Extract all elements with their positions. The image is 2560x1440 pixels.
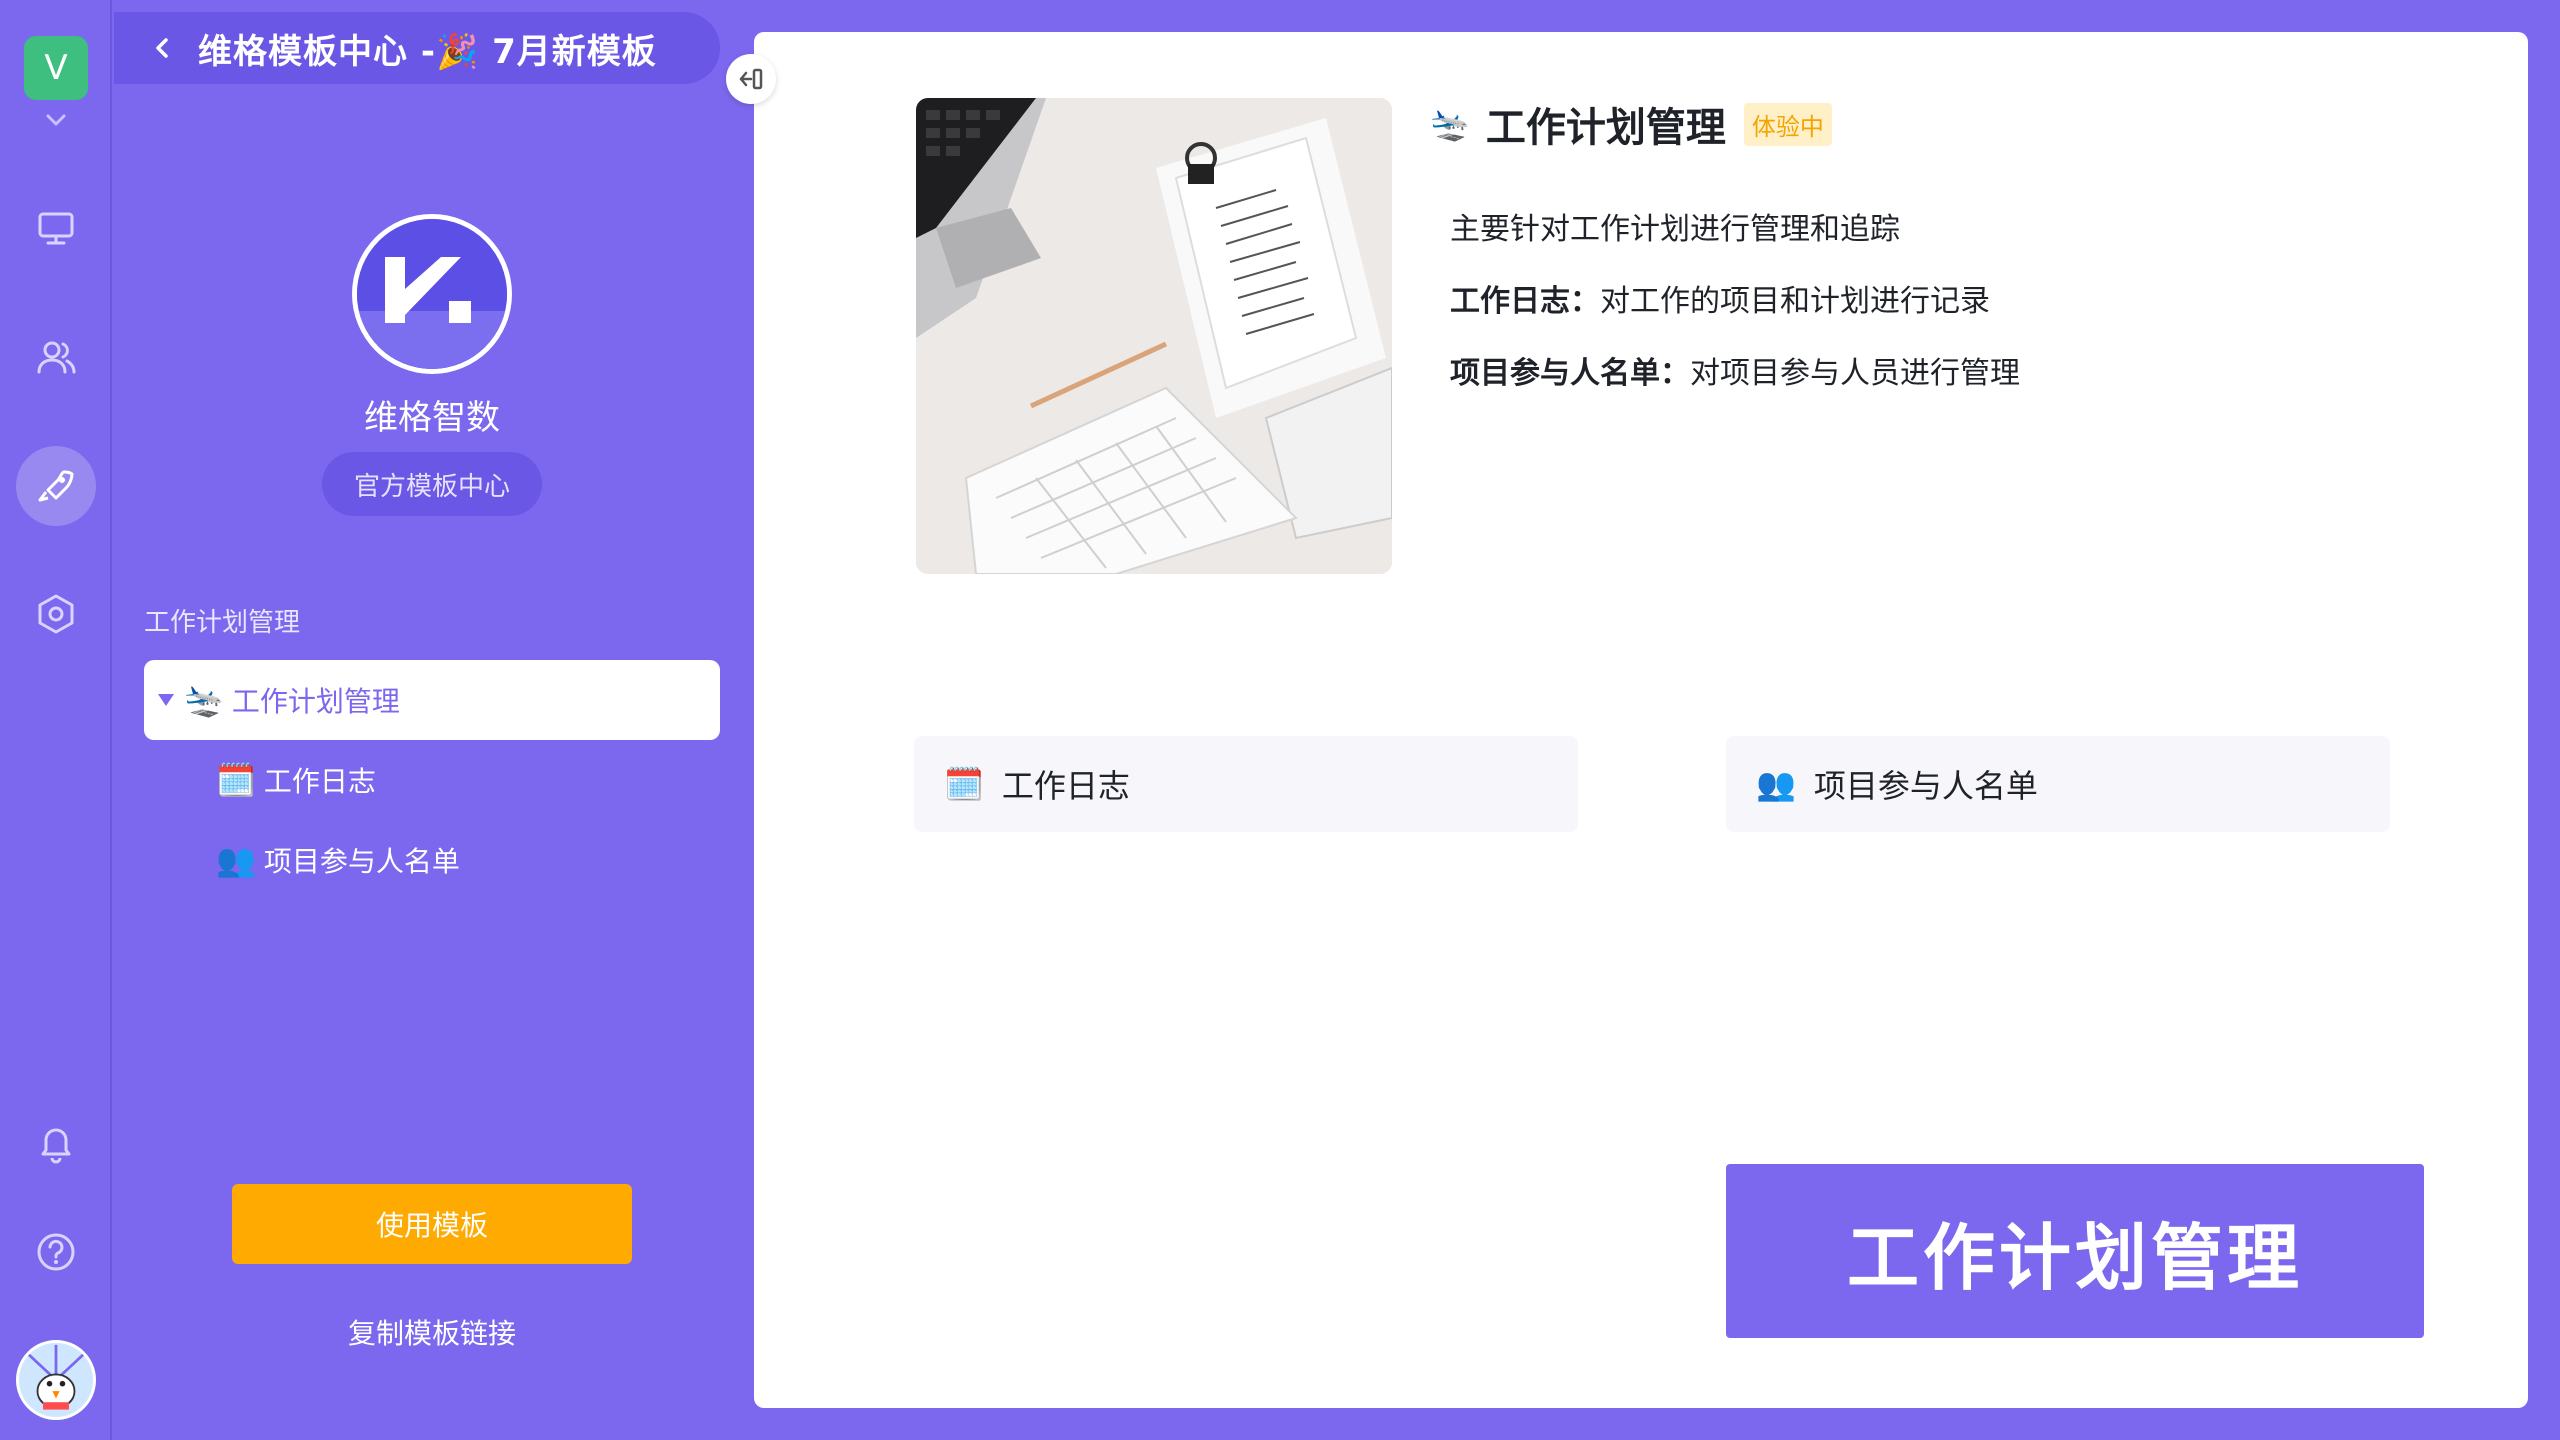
calendar-icon: 🗓️ xyxy=(216,761,256,799)
airplane-icon: 🛬 xyxy=(184,681,224,719)
brand-logo xyxy=(352,214,512,374)
airplane-icon: 🛬 xyxy=(1430,105,1470,143)
template-title-row: 🛬 工作计划管理 体验中 xyxy=(1430,94,1832,154)
detail-key: 项目参与人名单： xyxy=(1450,356,1690,391)
status-badge: 体验中 xyxy=(1743,102,1832,146)
breadcrumb-title[interactable]: 维格模板中心 -🎉 7月新模板 xyxy=(198,24,657,73)
rocket-icon[interactable] xyxy=(16,446,96,526)
detail-key: 工作日志： xyxy=(1450,284,1600,319)
tree-item-label: 工作日志 xyxy=(263,765,376,798)
user-avatar[interactable] xyxy=(16,1340,96,1420)
caret-down-icon[interactable] xyxy=(156,690,176,710)
template-side-panel: 维格模板中心 -🎉 7月新模板 维格智数 官方模板中心 工作计划管理 🛬 工作计… xyxy=(112,0,752,1440)
template-cover-image xyxy=(916,98,1392,574)
settings-icon[interactable] xyxy=(16,574,96,654)
use-template-button[interactable]: 使用模板 xyxy=(232,1184,632,1264)
detail-text: 对项目参与人员进行管理 xyxy=(1690,356,2020,391)
detail-text: 对工作的项目和计划进行记录 xyxy=(1600,284,1990,319)
template-detail-card: 🛬 工作计划管理 体验中 主要针对工作计划进行管理和追踪 工作日志：对工作的项目… xyxy=(754,32,2528,1408)
collapse-panel-icon[interactable] xyxy=(726,54,776,104)
section-label: 工作计划管理 xyxy=(144,608,301,638)
sheet-card-label: 工作日志 xyxy=(1001,767,1130,805)
breadcrumb: 维格模板中心 -🎉 7月新模板 xyxy=(114,12,720,84)
sheet-card-member-list[interactable]: 👥 项目参与人名单 xyxy=(1726,736,2390,832)
people-icon: 👥 xyxy=(1756,765,1796,803)
people-icon[interactable] xyxy=(16,318,96,398)
sheet-card-label: 项目参与人名单 xyxy=(1813,767,2038,805)
official-template-center-tag[interactable]: 官方模板中心 xyxy=(322,452,542,516)
tree-item-folder[interactable]: 🛬 工作计划管理 xyxy=(144,660,720,740)
template-banner: 工作计划管理 xyxy=(1726,1164,2424,1338)
tree-item-work-log[interactable]: 🗓️ 工作日志 xyxy=(144,740,720,820)
template-detail-work-log: 工作日志：对工作的项目和计划进行记录 xyxy=(1450,276,1990,320)
help-icon[interactable] xyxy=(16,1212,96,1292)
copy-template-link[interactable]: 复制模板链接 xyxy=(232,1312,632,1352)
nav-rail: V xyxy=(0,0,112,1440)
template-summary: 主要针对工作计划进行管理和追踪 xyxy=(1450,212,1900,247)
template-title: 工作计划管理 xyxy=(1485,105,1726,151)
workspace-avatar[interactable]: V xyxy=(24,36,88,100)
template-detail-member-list: 项目参与人名单：对项目参与人员进行管理 xyxy=(1450,348,2020,392)
sheet-card-work-log[interactable]: 🗓️ 工作日志 xyxy=(914,736,1578,832)
bell-icon[interactable] xyxy=(16,1102,96,1182)
tree-item-label: 项目参与人名单 xyxy=(263,845,460,878)
monitor-icon[interactable] xyxy=(16,188,96,268)
people-icon: 👥 xyxy=(216,841,256,879)
tree-item-member-list[interactable]: 👥 项目参与人名单 xyxy=(144,820,720,900)
chevron-left-icon[interactable] xyxy=(150,35,176,61)
tree-item-label: 工作计划管理 xyxy=(231,685,400,718)
brand-name: 维格智数 xyxy=(364,398,500,438)
chevron-down-icon[interactable] xyxy=(40,108,72,132)
calendar-icon: 🗓️ xyxy=(944,765,984,803)
